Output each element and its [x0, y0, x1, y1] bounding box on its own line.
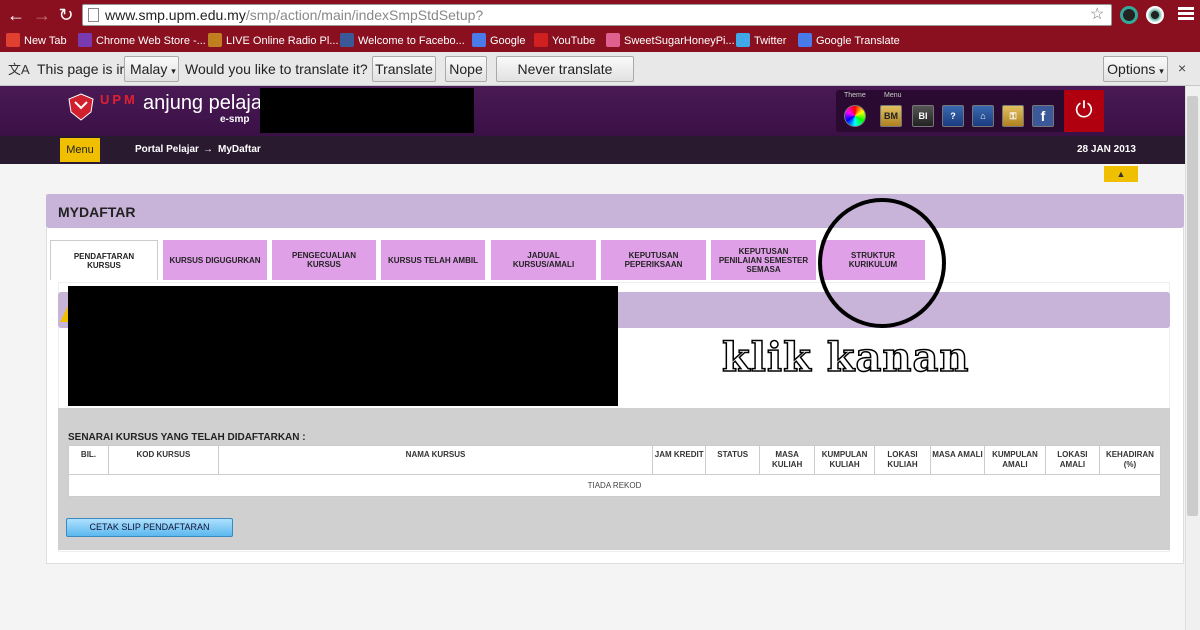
translate-icon — [798, 33, 812, 47]
home-icon[interactable]: ⌂ — [972, 105, 994, 127]
radio-icon — [208, 33, 222, 47]
column-header: LOKASI AMALI — [1044, 445, 1100, 475]
site-header: UPM anjung pelajar e-smp Theme Menu BM B… — [0, 86, 1200, 136]
facebook-icon — [340, 33, 354, 47]
translate-question: Would you like to translate it? — [185, 61, 368, 77]
tab-pendaftaran-kursus[interactable]: PENDAFTARAN KURSUS — [50, 240, 158, 280]
redacted-block — [260, 88, 474, 133]
breadcrumb-portal[interactable]: Portal Pelajar — [135, 144, 199, 155]
bm-language-button[interactable]: BM — [880, 105, 902, 127]
url-domain: www.smp.upm.edu.my — [105, 7, 246, 23]
tab-kursus-digugurkan[interactable]: KURSUS DIGUGURKAN — [163, 240, 267, 280]
page-icon — [88, 8, 99, 22]
tab-pengecualian-kursus[interactable]: PENGECUALIAN KURSUS — [272, 240, 376, 280]
table-row: TIADA REKOD — [68, 474, 1161, 497]
breadcrumb-bar: Menu Portal Pelajar → MyDaftar 28 JAN 20… — [0, 136, 1200, 164]
bookmarks-bar: New Tab Chrome Web Store -... LIVE Onlin… — [0, 30, 1200, 52]
column-header: NAMA KURSUS — [217, 445, 654, 475]
upm-crest-icon — [68, 93, 94, 121]
browser-toolbar: ← → ↻ www.smp.upm.edu.my/smp/action/main… — [0, 0, 1200, 30]
column-header: STATUS — [705, 445, 761, 475]
help-button[interactable]: ? — [942, 105, 964, 127]
annotation-circle — [818, 198, 946, 328]
course-table: BIL. KOD KURSUS NAMA KURSUS JAM KREDIT S… — [68, 445, 1162, 497]
column-header: KUMPULAN AMALI — [983, 445, 1046, 475]
eye-extension-icon[interactable] — [1146, 6, 1164, 24]
webstore-icon — [78, 33, 92, 47]
language-select[interactable]: Malay ▾ — [124, 56, 179, 82]
address-bar[interactable]: www.smp.upm.edu.my/smp/action/main/index… — [82, 4, 1112, 26]
never-translate-button[interactable]: Never translate Malay — [496, 56, 634, 101]
brand-subtitle: e-smp — [220, 114, 250, 125]
apps-icon — [6, 33, 20, 47]
table-header-row: BIL. KOD KURSUS NAMA KURSUS JAM KREDIT S… — [68, 445, 1162, 475]
bookmark-webstore[interactable]: Chrome Web Store -... — [78, 32, 206, 50]
translate-infobar: 文A This page is in Malay ▾ Would you lik… — [0, 52, 1200, 101]
column-header: KUMPULAN KULIAH — [814, 445, 876, 475]
empty-record-text: TIADA REKOD — [68, 474, 1161, 497]
bookmark-google-translate[interactable]: Google Translate — [798, 32, 900, 50]
column-header: MASA KULIAH — [759, 445, 816, 475]
logout-power-icon[interactable]: ⏻ — [1064, 90, 1104, 132]
theme-label: Theme — [844, 92, 866, 99]
breadcrumb-separator: → — [203, 144, 213, 155]
annotation-text: klik kanan — [721, 333, 970, 382]
collapse-up-icon[interactable]: ▲ — [1104, 166, 1138, 182]
print-slip-button[interactable]: CETAK SLIP PENDAFTARAN — [66, 518, 233, 537]
menu-button[interactable]: Menu — [60, 138, 100, 162]
breadcrumb-mydaftar[interactable]: MyDaftar — [218, 144, 261, 155]
tab-keputusan-penilaian[interactable]: KEPUTUSAN PENILAIAN SEMESTER SEMASA — [711, 240, 816, 280]
twitter-icon — [736, 33, 750, 47]
bookmark-star-icon[interactable]: ☆ — [1090, 4, 1104, 24]
dropdown-arrow-icon: ▾ — [1159, 66, 1164, 76]
google-icon — [472, 33, 486, 47]
column-header: MASA AMALI — [930, 445, 985, 475]
bookmark-google[interactable]: Google — [472, 32, 525, 50]
brand-title: anjung pelajar — [143, 92, 269, 114]
close-icon[interactable]: × — [1178, 60, 1186, 76]
translate-icon: 文A — [8, 62, 30, 77]
column-header: KEHADIRAN (%) — [1098, 445, 1162, 475]
bookmark-blog[interactable]: SweetSugarHoneyPi... — [606, 32, 735, 50]
facebook-icon[interactable]: f — [1032, 105, 1054, 127]
tab-jadual-kursus-amali[interactable]: JADUAL KURSUS/AMALI — [491, 240, 596, 280]
dropdown-arrow-icon: ▾ — [171, 66, 176, 76]
url-path: /smp/action/main/indexSmpStdSetup? — [245, 7, 484, 23]
reload-icon[interactable]: ↻ — [56, 5, 76, 25]
current-date: 28 JAN 2013 — [1077, 144, 1136, 155]
column-header: JAM KREDIT — [652, 445, 707, 475]
bookmark-twitter[interactable]: Twitter — [736, 32, 786, 50]
redacted-block — [68, 286, 618, 406]
course-list-title: SENARAI KURSUS YANG TELAH DIDAFTARKAN : — [68, 432, 306, 443]
bookmark-facebook[interactable]: Welcome to Facebo... — [340, 32, 465, 50]
options-button[interactable]: Options ▾ — [1103, 56, 1168, 82]
page-title: MYDAFTAR — [58, 204, 136, 220]
bookmark-youtube[interactable]: YouTube — [534, 32, 595, 50]
tab-kursus-telah-ambil[interactable]: KURSUS TELAH AMBIL — [381, 240, 485, 280]
forward-icon[interactable]: → — [32, 5, 52, 25]
bi-language-button[interactable]: BI — [912, 105, 934, 127]
theme-color-icon[interactable] — [844, 105, 866, 127]
column-header: BIL. — [68, 445, 109, 475]
youtube-icon — [534, 33, 548, 47]
chrome-menu-icon[interactable] — [1178, 7, 1194, 21]
tab-keputusan-peperiksaan[interactable]: KEPUTUSAN PEPERIKSAAN — [601, 240, 706, 280]
header-toolbox: Theme Menu BM BI ? ⌂ ⚿ f — [836, 90, 1066, 132]
translate-prefix: This page is in — [37, 61, 128, 77]
title-bar — [46, 194, 1184, 228]
extension-icon[interactable] — [1120, 6, 1138, 24]
key-icon[interactable]: ⚿ — [1002, 105, 1024, 127]
back-icon[interactable]: ← — [6, 5, 26, 25]
bookmark-radio[interactable]: LIVE Online Radio Pl... — [208, 32, 339, 50]
upm-logo-text: UPM — [100, 92, 138, 107]
scrollbar-thumb[interactable] — [1187, 96, 1198, 516]
translate-button[interactable]: Translate — [372, 56, 436, 82]
column-header: KOD KURSUS — [107, 445, 219, 475]
blog-icon — [606, 33, 620, 47]
column-header: LOKASI KULIAH — [874, 445, 932, 475]
bookmark-new-tab[interactable]: New Tab — [6, 32, 67, 50]
menu-label: Menu — [884, 92, 902, 99]
nope-button[interactable]: Nope — [445, 56, 487, 82]
